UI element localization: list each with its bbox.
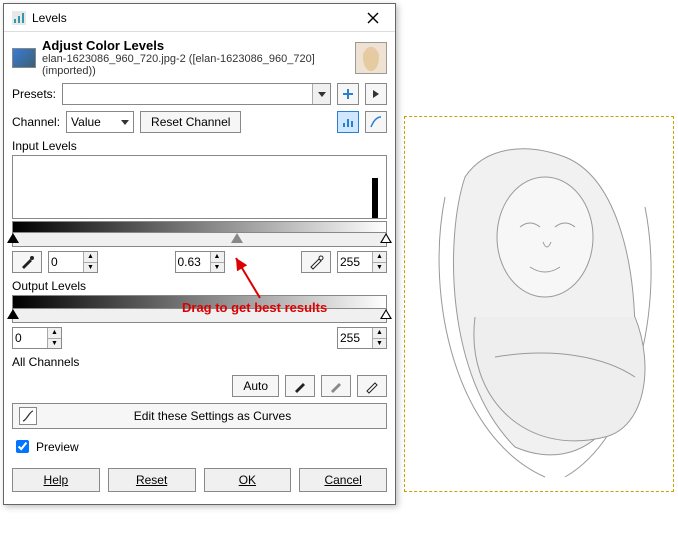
pick-gray-all-button[interactable] (321, 375, 351, 397)
channel-label: Channel: (12, 115, 60, 129)
edit-as-curves-button[interactable]: Edit these Settings as Curves (12, 403, 387, 429)
output-low-value[interactable] (13, 328, 47, 348)
close-button[interactable] (359, 6, 387, 30)
spin-up[interactable]: ▲ (84, 252, 97, 263)
pick-black-button[interactable] (12, 251, 42, 273)
spin-down[interactable]: ▼ (373, 339, 386, 349)
spin-up[interactable]: ▲ (48, 328, 61, 339)
reset-channel-button[interactable]: Reset Channel (140, 111, 241, 133)
spin-down[interactable]: ▼ (211, 263, 224, 273)
presets-label: Presets: (12, 87, 56, 101)
pick-white-button[interactable] (301, 251, 331, 273)
linear-histogram-button[interactable] (337, 111, 359, 133)
output-low-spin[interactable]: ▲▼ (12, 327, 62, 349)
output-low-handle[interactable] (7, 309, 19, 319)
reset-button[interactable]: Reset (108, 468, 196, 492)
chevron-down-icon (121, 120, 129, 125)
levels-icon (12, 48, 36, 68)
preview-checkbox[interactable]: Preview (12, 437, 387, 456)
input-gamma-spin[interactable]: ▲▼ (175, 251, 225, 273)
input-high-spin[interactable]: ▲▼ (337, 251, 387, 273)
curves-icon (19, 407, 37, 425)
annotation-text: Drag to get best results (182, 300, 327, 315)
input-gamma-value[interactable] (176, 252, 210, 272)
pick-white-all-button[interactable] (357, 375, 387, 397)
canvas-image (404, 116, 674, 492)
input-gamma-handle[interactable] (231, 233, 243, 243)
output-levels-label: Output Levels (12, 279, 387, 293)
annotation-arrow (232, 252, 272, 302)
presets-combo[interactable] (62, 83, 331, 105)
app-icon (12, 11, 26, 25)
spin-down[interactable]: ▼ (84, 263, 97, 273)
pick-black-all-button[interactable] (285, 375, 315, 397)
input-levels-label: Input Levels (12, 139, 387, 153)
channel-select[interactable]: Value (66, 111, 134, 133)
spin-up[interactable]: ▲ (211, 252, 224, 263)
spin-up[interactable]: ▲ (373, 328, 386, 339)
image-thumbnail (355, 42, 387, 74)
chevron-down-icon[interactable] (312, 84, 330, 104)
output-high-handle[interactable] (380, 309, 392, 319)
preset-menu-button[interactable] (365, 83, 387, 105)
input-high-handle[interactable] (380, 233, 392, 243)
spin-up[interactable]: ▲ (373, 252, 386, 263)
help-button[interactable]: Help (12, 468, 100, 492)
input-slider[interactable] (12, 233, 387, 247)
edit-as-curves-label: Edit these Settings as Curves (45, 409, 380, 423)
dialog-title: Adjust Color Levels (42, 38, 349, 53)
ok-button[interactable]: OK (204, 468, 292, 492)
window-title: Levels (32, 11, 67, 25)
input-low-spin[interactable]: ▲▼ (48, 251, 98, 273)
preview-label: Preview (36, 440, 79, 454)
histogram (12, 155, 387, 219)
input-low-value[interactable] (49, 252, 83, 272)
levels-dialog: Levels Adjust Color Levels elan-1623086_… (3, 3, 396, 505)
cancel-button[interactable]: Cancel (299, 468, 387, 492)
preview-check-input[interactable] (16, 440, 29, 453)
spin-down[interactable]: ▼ (48, 339, 61, 349)
auto-button[interactable]: Auto (232, 375, 279, 397)
log-histogram-button[interactable] (365, 111, 387, 133)
input-gradient (12, 221, 387, 233)
add-preset-button[interactable] (337, 83, 359, 105)
output-high-spin[interactable]: ▲▼ (337, 327, 387, 349)
dialog-subtitle: elan-1623086_960_720.jpg-2 ([elan-162308… (42, 53, 349, 77)
output-high-value[interactable] (338, 328, 372, 348)
channel-value: Value (71, 115, 101, 129)
titlebar[interactable]: Levels (4, 4, 395, 32)
spin-down[interactable]: ▼ (373, 263, 386, 273)
input-high-value[interactable] (338, 252, 372, 272)
all-channels-label: All Channels (12, 355, 387, 369)
input-low-handle[interactable] (7, 233, 19, 243)
